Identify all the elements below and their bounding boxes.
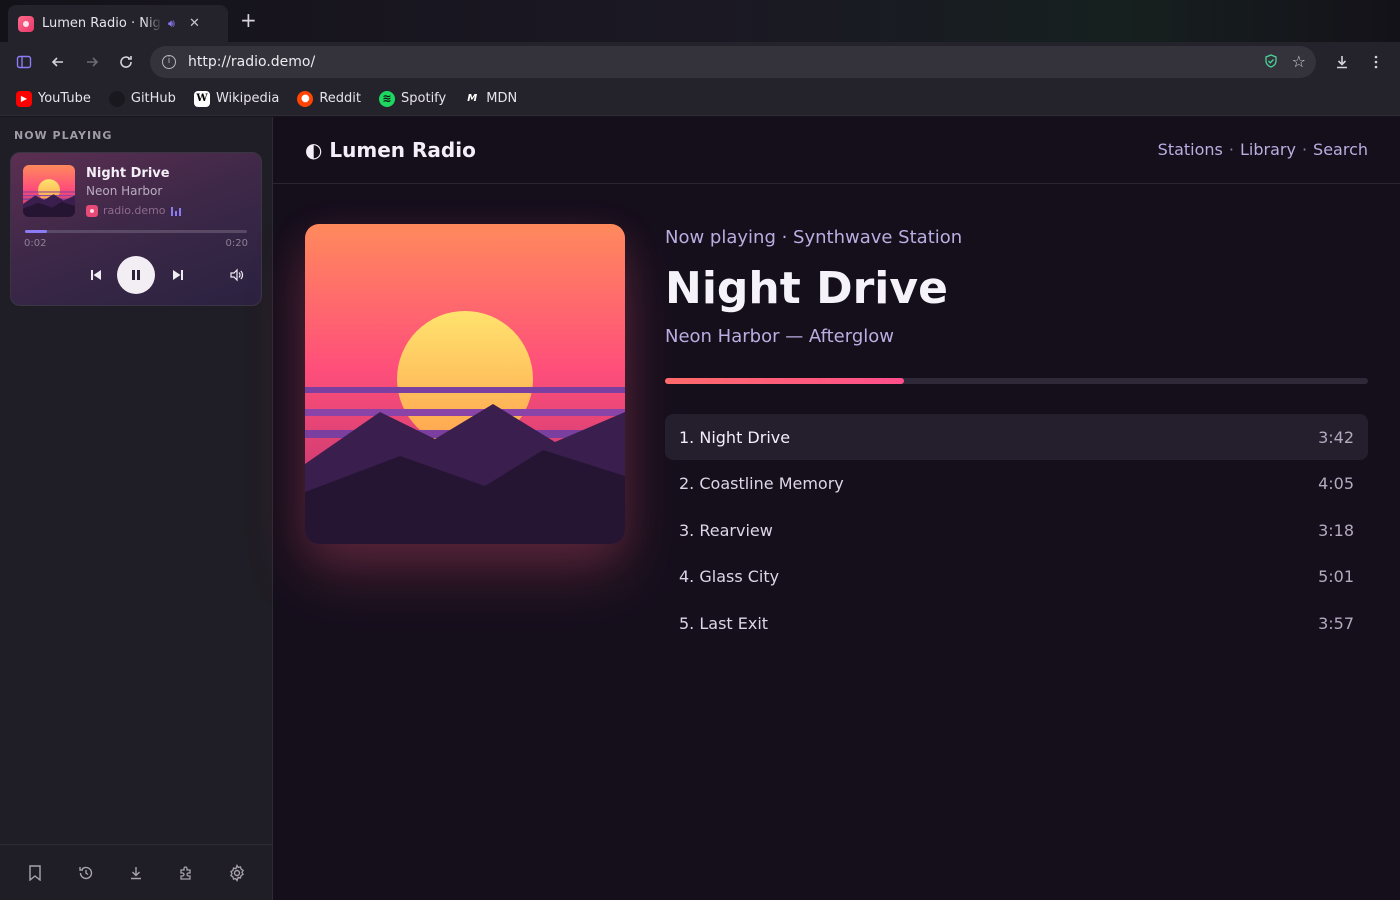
bookmark-icon[interactable] [25,863,45,883]
nav-separator: · [1228,140,1234,159]
mini-track-title: Night Drive [86,166,170,181]
mini-progress-bar[interactable] [25,230,247,233]
now-playing-subtitle: Now playing · Synthwave Station [665,227,963,248]
nav-library[interactable]: Library [1240,140,1296,159]
nav-stations[interactable]: Stations [1158,140,1223,159]
site-logo[interactable]: ◐ Lumen Radio [305,138,476,162]
track-label: 4. Glass City [679,567,780,586]
bookmark-star-icon[interactable]: ☆ [1292,52,1306,71]
nav-search[interactable]: Search [1313,140,1368,159]
track-duration: 4:05 [1318,474,1354,493]
settings-gear-icon[interactable] [227,863,247,883]
track-label: 5. Last Exit [679,613,769,633]
menu-kebab-icon[interactable] [1366,52,1386,72]
artist-album: Neon Harbor — Afterglow [665,326,894,347]
new-tab-button[interactable]: + [240,8,257,32]
mini-elapsed: 0:02 [24,238,47,249]
bookmark-label: Wikipedia [215,91,280,106]
pause-icon [132,270,140,280]
bookmark-label: MDN [486,91,518,106]
track-row[interactable]: 2. Coastline Memory 4:05 [665,461,1368,507]
mdn-icon: M [467,93,478,104]
logo-half-circle-icon: ◐ [305,138,323,162]
back-icon[interactable] [48,52,68,72]
bookmarks-bar: ▶ YouTube GitHub W Wikipedia ● Reddit ≋ … [0,82,1400,116]
mini-track-artist: Neon Harbor [86,184,163,198]
wikipedia-icon: W [193,90,210,107]
download-icon[interactable] [1332,52,1352,72]
downloads-icon[interactable] [126,863,146,883]
mini-album-art[interactable] [23,165,75,217]
audio-playing-icon[interactable]: 🔊︎ [168,17,175,31]
track-label: 1. Night Drive [679,427,791,447]
section-label: NOW PLAYING [14,129,113,142]
source-favicon-icon [86,204,98,217]
mini-player[interactable]: Night Drive Neon Harbor radio.demo 0:02 … [10,152,262,306]
nav-separator: · [1301,140,1308,159]
bookmark-label: GitHub [130,91,176,106]
track-row[interactable]: 1. Night Drive 3:42 [665,414,1368,460]
track-duration: 5:01 [1318,567,1354,586]
bookmark-github[interactable]: GitHub [108,90,176,107]
mini-source: radio.demo [86,204,183,217]
site-nav: Stations · Library · Search [1158,140,1368,159]
progress-bar[interactable] [665,378,1368,384]
sidebar-panel: NOW PLAYING Night Drive Neon Harbor radi… [0,117,273,900]
forward-icon[interactable] [82,52,102,72]
bookmark-reddit[interactable]: ● Reddit [297,90,362,107]
track-duration: 3:57 [1318,613,1354,633]
github-icon [108,90,125,107]
previous-track-icon[interactable] [87,256,105,294]
spotify-icon: ≋ [379,90,396,107]
close-tab-icon[interactable]: ✕ [189,16,200,31]
tab-favicon-icon [18,15,34,32]
album-cover [305,224,625,544]
site-info-icon[interactable]: i [162,55,176,69]
progress-fill [665,378,905,384]
tab-title: Lumen Radio · Night Drive [42,16,162,31]
track-row[interactable]: 3. Rearview 3:18 [665,507,1368,553]
bookmark-spotify[interactable]: ≋ Spotify [379,90,447,107]
url-text[interactable]: http://radio.demo/ [188,54,315,70]
mini-duration: 0:20 [225,238,248,249]
mini-progress-fill [25,230,48,233]
browser-toolbar: i http://radio.demo/ ☆ [0,42,1400,82]
reload-icon[interactable] [116,52,136,72]
sidebar-toggle-icon[interactable] [14,52,34,72]
track-duration: 3:18 [1318,520,1354,540]
address-bar[interactable]: i http://radio.demo/ ☆ [150,46,1316,78]
youtube-icon: ▶ [16,90,32,107]
bookmark-wikipedia[interactable]: W Wikipedia [193,90,280,107]
extensions-icon[interactable] [176,863,196,883]
history-icon[interactable] [76,863,96,883]
volume-icon[interactable] [227,256,247,294]
track-title: Night Drive [665,263,948,314]
track-label: 3. Rearview [679,520,773,540]
shield-icon[interactable] [1264,54,1278,72]
equalizer-icon [170,206,183,216]
logo-text: Lumen Radio [329,138,476,162]
track-list: 1. Night Drive 3:42 2. Coastline Memory 4:0… [665,414,1368,647]
track-row[interactable]: 5. Last Exit 3:57 [665,600,1368,646]
pause-button[interactable] [117,256,155,294]
reddit-icon: ● [297,90,314,107]
next-track-icon[interactable] [169,256,187,294]
bookmark-label: YouTube [38,91,91,106]
browser-tab[interactable]: Lumen Radio · Night Drive 🔊︎ ✕ [8,5,228,42]
bookmark-label: Reddit [319,91,362,106]
sidebar-footer [0,844,272,900]
bookmark-label: Spotify [401,91,447,106]
track-label: 2. Coastline Memory [679,474,844,493]
bookmark-youtube[interactable]: ▶ YouTube [16,90,91,107]
tab-strip: Lumen Radio · Night Drive 🔊︎ ✕ + [0,0,1400,42]
bookmark-mdn[interactable]: M MDN [464,91,517,107]
mini-source-label: radio.demo [103,204,166,217]
track-row[interactable]: 4. Glass City 5:01 [665,554,1368,600]
main-content: ◐ Lumen Radio Stations · Library · Searc… [273,117,1400,900]
track-duration: 3:42 [1318,427,1354,447]
site-header: ◐ Lumen Radio Stations · Library · Searc… [273,117,1400,184]
